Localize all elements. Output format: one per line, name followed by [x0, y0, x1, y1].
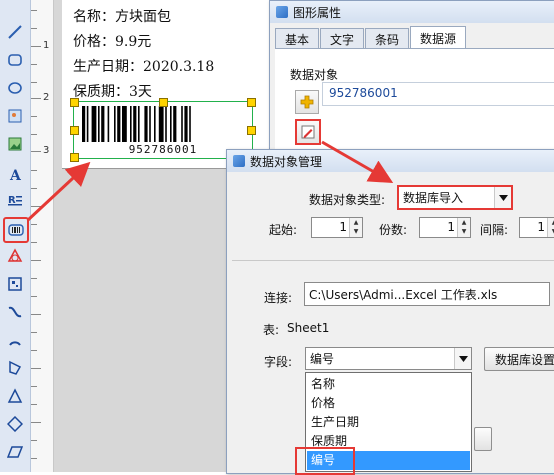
ellipse-icon[interactable] — [5, 78, 25, 98]
spin-down-icon[interactable]: ▼ — [458, 227, 470, 236]
interval-label: 间隔: — [480, 223, 509, 237]
vertical-ruler: 1 2 3 — [31, 0, 54, 472]
ruler-mark: 3 — [43, 145, 50, 156]
tab-barcode[interactable]: 条码 — [365, 28, 410, 49]
table-label: 表: — [263, 323, 280, 337]
spin-up-icon[interactable]: ▲ — [548, 218, 554, 227]
field-select[interactable]: 编号 — [305, 347, 472, 370]
data-object-manager-dialog: 数据对象管理 数据对象类型: 数据库导入 起始: 1 ▲ ▼ 份数: 1 ▲ ▼ 间… — [226, 149, 554, 475]
app-icon — [276, 6, 288, 18]
add-data-object-button[interactable] — [295, 90, 319, 114]
label-name-text[interactable]: 名称：方块面包 — [73, 6, 171, 26]
field-option-price[interactable]: 价格 — [307, 394, 470, 413]
data-type-label: 数据对象类型: — [309, 193, 386, 207]
label-shelf-life-text[interactable]: 保质期：3天 — [73, 81, 152, 101]
selected-option-highlight — [295, 447, 355, 475]
resize-handle[interactable] — [247, 126, 256, 135]
data-source-panel: 数据对象 952786001 — [275, 48, 554, 161]
data-object-group-label: 数据对象 — [290, 68, 339, 82]
properties-tabs: 基本 文字 条码 数据源 — [275, 26, 467, 49]
text-icon[interactable]: A — [5, 164, 25, 184]
svg-text:A: A — [9, 168, 22, 182]
resize-handle[interactable] — [70, 98, 79, 107]
label-price-text[interactable]: 价格：9.9元 — [73, 31, 151, 51]
copies-stepper[interactable]: 1 ▲ ▼ — [419, 217, 471, 238]
barcode-icon[interactable] — [3, 217, 29, 243]
line-icon[interactable] — [5, 22, 25, 42]
diamond-icon[interactable] — [5, 414, 25, 434]
field-option-production-date[interactable]: 生产日期 — [307, 413, 470, 432]
tool-palette: A R — [0, 0, 31, 472]
label-date-text[interactable]: 生产日期：2020.3.18 — [73, 56, 214, 76]
graphic-properties-dialog: 图形属性 基本 文字 条码 数据源 数据对象 952786001 — [269, 0, 554, 162]
interval-value: 1 — [537, 220, 545, 234]
image-icon[interactable] — [5, 106, 25, 126]
properties-title: 图形属性 — [293, 5, 342, 20]
hidden-button-edge — [474, 427, 492, 451]
rounded-rect-icon[interactable] — [5, 50, 25, 70]
start-label: 起始: — [269, 223, 298, 237]
table-value: Sheet1 — [287, 321, 330, 335]
shape-icon[interactable] — [5, 246, 25, 266]
data-object-item[interactable]: 952786001 — [329, 86, 398, 100]
chevron-down-icon[interactable] — [494, 187, 511, 208]
manager-body: 数据对象类型: 数据库导入 起始: 1 ▲▼ 份数: 1 ▲▼ 间隔: 1 ▲▼… — [227, 173, 554, 475]
resize-handle[interactable] — [70, 126, 79, 135]
ruler-mark: 2 — [43, 92, 50, 103]
app-icon — [233, 155, 245, 167]
arc-icon[interactable] — [5, 330, 25, 350]
tab-data-source[interactable]: 数据源 — [410, 26, 467, 49]
database-settings-button[interactable]: 数据库设置 — [484, 347, 554, 371]
resize-handle[interactable] — [159, 98, 168, 107]
qrcode-icon[interactable] — [5, 274, 25, 294]
field-label: 字段: — [264, 355, 293, 369]
polygon-icon[interactable] — [5, 358, 25, 378]
resize-handle[interactable] — [247, 98, 256, 107]
start-value: 1 — [339, 220, 347, 234]
label-page[interactable]: 名称：方块面包 价格：9.9元 生产日期：2020.3.18 保质期：3天 95… — [62, 0, 273, 169]
data-object-list[interactable]: 952786001 — [322, 82, 554, 106]
edit-data-object-button[interactable] — [295, 119, 321, 145]
divider — [232, 260, 554, 261]
field-option-name[interactable]: 名称 — [307, 375, 470, 394]
spin-up-icon[interactable]: ▲ — [458, 218, 470, 227]
triangle-icon[interactable] — [5, 386, 25, 406]
chevron-down-icon[interactable] — [454, 348, 471, 369]
manager-title: 数据对象管理 — [250, 154, 323, 169]
connection-value: C:\Users\Admi...Excel 工作表.xls — [309, 287, 498, 302]
data-type-value: 数据库导入 — [403, 191, 464, 205]
field-value: 编号 — [310, 352, 335, 366]
tab-basic[interactable]: 基本 — [275, 28, 320, 49]
copies-label: 份数: — [379, 223, 408, 237]
ruler-mark: 1 — [43, 40, 50, 51]
properties-titlebar[interactable]: 图形属性 — [270, 1, 554, 23]
spin-down-icon[interactable]: ▼ — [350, 227, 362, 236]
copies-value: 1 — [447, 220, 455, 234]
database-settings-label: 数据库设置 — [495, 352, 554, 367]
resize-handle[interactable] — [70, 153, 79, 162]
plus-icon — [300, 95, 314, 109]
spin-up-icon[interactable]: ▲ — [350, 218, 362, 227]
data-type-select[interactable]: 数据库导入 — [397, 185, 513, 210]
picture-icon[interactable] — [5, 134, 25, 154]
rich-text-icon[interactable]: R — [5, 190, 25, 210]
curve-icon[interactable] — [5, 302, 25, 322]
manager-titlebar[interactable]: 数据对象管理 — [227, 150, 554, 172]
start-stepper[interactable]: 1 ▲ ▼ — [311, 217, 363, 238]
barcode-bars — [82, 106, 191, 142]
pencil-icon — [301, 125, 315, 139]
connection-label: 连接: — [264, 291, 293, 305]
tab-text[interactable]: 文字 — [320, 28, 365, 49]
interval-stepper[interactable]: 1 ▲▼ — [519, 217, 554, 238]
spin-down-icon[interactable]: ▼ — [548, 227, 554, 236]
parallelogram-icon[interactable] — [5, 442, 25, 462]
connection-field[interactable]: C:\Users\Admi...Excel 工作表.xls — [304, 282, 550, 306]
